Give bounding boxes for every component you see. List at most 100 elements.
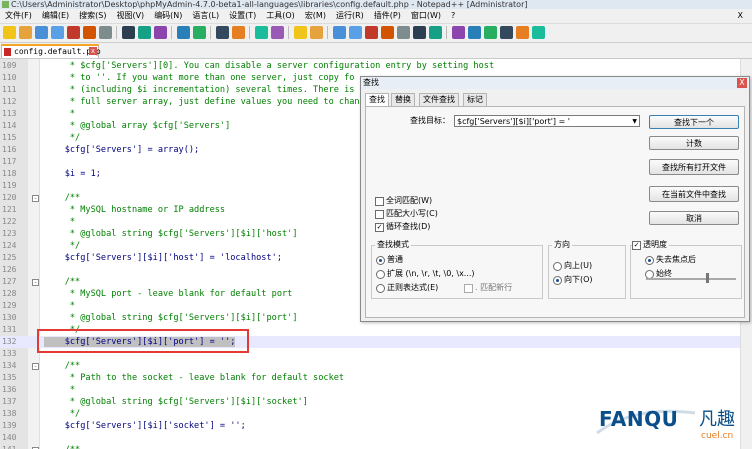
stop-macro-icon[interactable] bbox=[484, 26, 497, 39]
dialog-close-icon[interactable]: X bbox=[737, 78, 747, 88]
line-number: 110 bbox=[2, 73, 17, 82]
menu-search[interactable]: 搜索(S) bbox=[74, 9, 111, 23]
code-line[interactable]: 135 * Path to the socket - leave blank f… bbox=[0, 372, 752, 384]
wrap-around-checkbox[interactable]: ✓ bbox=[375, 223, 384, 232]
line-number: 111 bbox=[2, 85, 17, 94]
find-what-input[interactable]: $cfg['Servers'][$i]['port'] = ' ▼ bbox=[454, 115, 640, 127]
replace-icon[interactable] bbox=[232, 26, 245, 39]
find-next-button[interactable]: 查找下一个 bbox=[649, 115, 739, 129]
direction-down-label: 向下(O) bbox=[564, 275, 593, 284]
fold-toggle-icon[interactable]: - bbox=[32, 195, 39, 202]
tab-close-icon[interactable]: x bbox=[89, 47, 97, 55]
undo-icon[interactable] bbox=[177, 26, 190, 39]
close-icon[interactable] bbox=[67, 26, 80, 39]
match-whole-word-checkbox[interactable] bbox=[375, 197, 384, 206]
tab-mark[interactable]: 标记 bbox=[463, 93, 487, 106]
code-text: $cfg['Servers'] = array(); bbox=[44, 145, 200, 155]
toolbar-separator bbox=[249, 26, 250, 39]
save-macro-icon[interactable] bbox=[532, 26, 545, 39]
tab-config-default[interactable]: config.default.php x bbox=[1, 44, 101, 58]
code-text: */ bbox=[44, 241, 81, 251]
zoom-in-icon[interactable] bbox=[255, 26, 268, 39]
run-macro-icon[interactable] bbox=[516, 26, 529, 39]
code-text: * full server array, just define values … bbox=[44, 97, 360, 107]
menu-help[interactable]: ? bbox=[446, 9, 460, 23]
menu-bar: 文件(F) 编辑(E) 搜索(S) 视图(V) 编码(N) 语言(L) 设置(T) 工具(O)… bbox=[0, 9, 752, 24]
mode-regex-radio[interactable] bbox=[376, 284, 385, 293]
line-number: 141 bbox=[2, 444, 24, 449]
find-all-current-button[interactable]: 在当前文件中查找 bbox=[649, 186, 739, 202]
redo-icon[interactable] bbox=[193, 26, 206, 39]
line-number: 133 bbox=[2, 349, 17, 358]
menu-edit[interactable]: 编辑(E) bbox=[37, 9, 74, 23]
mode-normal-radio[interactable] bbox=[376, 256, 385, 265]
code-text: */ bbox=[44, 133, 81, 143]
monitor-icon[interactable] bbox=[452, 26, 465, 39]
menu-macro[interactable]: 宏(M) bbox=[300, 9, 331, 23]
dot-matches-newline-checkbox[interactable] bbox=[464, 284, 473, 293]
match-case-checkbox[interactable] bbox=[375, 210, 384, 219]
menu-file[interactable]: 文件(F) bbox=[0, 9, 37, 23]
count-button[interactable]: 计数 bbox=[649, 136, 739, 150]
match-whole-word-label: 全词匹配(W) bbox=[386, 196, 433, 205]
tab-replace[interactable]: 替换 bbox=[391, 93, 415, 106]
fold-toggle-icon[interactable]: - bbox=[32, 363, 39, 370]
menu-plugins[interactable]: 插件(P) bbox=[369, 9, 406, 23]
menu-settings[interactable]: 设置(T) bbox=[224, 9, 261, 23]
dot-matches-newline-label: . 匹配新行 bbox=[475, 283, 513, 292]
menu-view[interactable]: 视图(V) bbox=[111, 9, 149, 23]
open-file-icon[interactable] bbox=[19, 26, 32, 39]
direction-up-radio[interactable] bbox=[553, 262, 562, 271]
tab-find-in-files[interactable]: 文件查找 bbox=[419, 93, 459, 106]
doc-map-icon[interactable] bbox=[397, 26, 410, 39]
sync-h-icon[interactable] bbox=[310, 26, 323, 39]
code-line[interactable]: 109 * $cfg['Servers'][0]. You can disabl… bbox=[0, 60, 752, 72]
menu-language[interactable]: 语言(L) bbox=[187, 9, 224, 23]
sync-v-icon[interactable] bbox=[294, 26, 307, 39]
indent-guide-icon[interactable] bbox=[365, 26, 378, 39]
line-number: 125 bbox=[2, 253, 17, 262]
transparency-slider-thumb[interactable] bbox=[706, 273, 709, 283]
play-macro-icon[interactable] bbox=[500, 26, 513, 39]
new-file-icon[interactable] bbox=[3, 26, 16, 39]
save-all-icon[interactable] bbox=[51, 26, 64, 39]
code-line[interactable]: 136 * bbox=[0, 384, 752, 396]
mode-extended-radio[interactable] bbox=[376, 270, 385, 279]
watermark-brand: FANQU bbox=[599, 407, 679, 431]
line-number: 138 bbox=[2, 409, 17, 418]
all-chars-icon[interactable] bbox=[349, 26, 362, 39]
code-line[interactable]: 134 - /** bbox=[0, 360, 752, 372]
menu-run[interactable]: 运行(R) bbox=[331, 9, 369, 23]
find-icon[interactable] bbox=[216, 26, 229, 39]
window-title: C:\Users\Administrator\Desktop\phpMyAdmi… bbox=[11, 0, 528, 9]
transparency-checkbox[interactable]: ✓ bbox=[632, 241, 641, 250]
line-number: 135 bbox=[2, 373, 17, 382]
transparency-slider-track[interactable] bbox=[646, 278, 736, 280]
function-list-icon[interactable] bbox=[413, 26, 426, 39]
folder-icon[interactable] bbox=[429, 26, 442, 39]
close-all-icon[interactable] bbox=[83, 26, 96, 39]
udl-icon[interactable] bbox=[381, 26, 394, 39]
cut-icon[interactable] bbox=[122, 26, 135, 39]
menu-tools[interactable]: 工具(O) bbox=[261, 9, 300, 23]
menu-close-button[interactable]: X bbox=[733, 9, 748, 23]
tab-find[interactable]: 查找 bbox=[365, 93, 389, 107]
zoom-out-icon[interactable] bbox=[271, 26, 284, 39]
find-all-open-button[interactable]: 查找所有打开文件 bbox=[649, 159, 739, 175]
fold-toggle-icon[interactable]: - bbox=[32, 279, 39, 286]
direction-down-radio[interactable] bbox=[553, 276, 562, 285]
save-icon[interactable] bbox=[35, 26, 48, 39]
find-dialog-title: 查找 bbox=[361, 77, 749, 89]
menu-window[interactable]: 窗口(W) bbox=[406, 9, 446, 23]
on-losing-focus-radio[interactable] bbox=[645, 256, 654, 265]
copy-icon[interactable] bbox=[138, 26, 151, 39]
record-macro-icon[interactable] bbox=[468, 26, 481, 39]
cancel-button[interactable]: 取消 bbox=[649, 211, 739, 225]
print-icon[interactable] bbox=[99, 26, 112, 39]
line-number: 109 bbox=[2, 61, 17, 70]
chevron-down-icon[interactable]: ▼ bbox=[632, 116, 637, 128]
word-wrap-icon[interactable] bbox=[333, 26, 346, 39]
code-text: * @global string $cfg['Servers'][$i]['so… bbox=[44, 397, 308, 407]
menu-encoding[interactable]: 编码(N) bbox=[149, 9, 187, 23]
paste-icon[interactable] bbox=[154, 26, 167, 39]
